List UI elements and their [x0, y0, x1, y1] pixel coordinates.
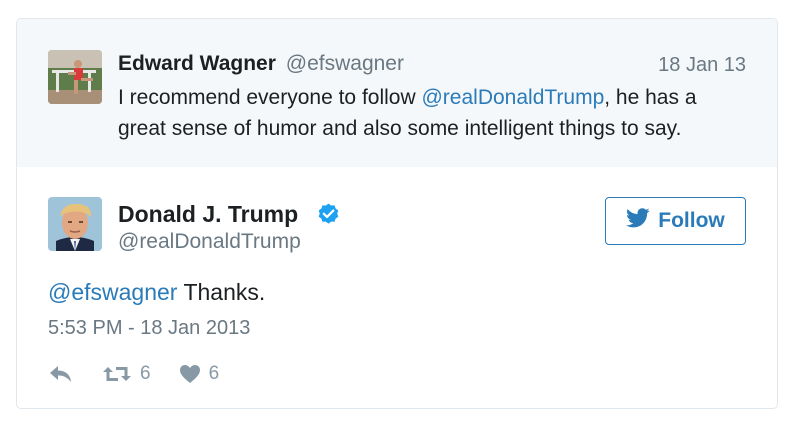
main-tweet-text: @efswagner Thanks. — [48, 279, 265, 306]
parent-author-avatar[interactable] — [48, 50, 102, 104]
main-author-name[interactable]: Donald J. Trump — [118, 201, 298, 228]
tweet-timestamp[interactable]: 5:53 PM - 18 Jan 2013 — [48, 317, 250, 340]
reply-icon — [48, 363, 74, 385]
verified-badge-icon — [316, 202, 341, 227]
parent-text-before: I recommend everyone to follow — [118, 86, 422, 109]
main-tweet-body: Thanks. — [177, 279, 266, 305]
retweet-icon — [102, 363, 132, 385]
main-author-handle[interactable]: @realDonaldTrump — [118, 230, 301, 254]
parent-tweet[interactable]: Edward Wagner @efswagner 18 Jan 13 I rec… — [17, 19, 777, 167]
parent-tweet-text: I recommend everyone to follow @realDona… — [118, 82, 738, 144]
retweet-count: 6 — [140, 363, 151, 384]
parent-author-name[interactable]: Edward Wagner — [118, 52, 276, 75]
embedded-tweet-card: Edward Wagner @efswagner 18 Jan 13 I rec… — [16, 18, 778, 409]
like-count: 6 — [208, 363, 220, 384]
parent-author-handle[interactable]: @efswagner — [286, 52, 404, 75]
like-action[interactable]: 6 — [179, 363, 220, 385]
retweet-action[interactable]: 6 — [102, 363, 151, 385]
parent-tweet-date[interactable]: 18 Jan 13 — [658, 54, 746, 77]
follow-button-label: Follow — [658, 209, 725, 232]
parent-mention-link[interactable]: @realDonaldTrump — [421, 86, 604, 109]
main-author-avatar[interactable] — [48, 197, 102, 251]
parent-author-names: Edward Wagner @efswagner — [118, 51, 404, 77]
tweet-actions: 6 6 — [48, 361, 219, 387]
heart-icon — [179, 364, 201, 384]
reply-action[interactable] — [48, 363, 74, 385]
twitter-bird-icon — [626, 208, 650, 234]
reply-mention-link[interactable]: @efswagner — [48, 279, 177, 305]
follow-button[interactable]: Follow — [605, 197, 746, 245]
